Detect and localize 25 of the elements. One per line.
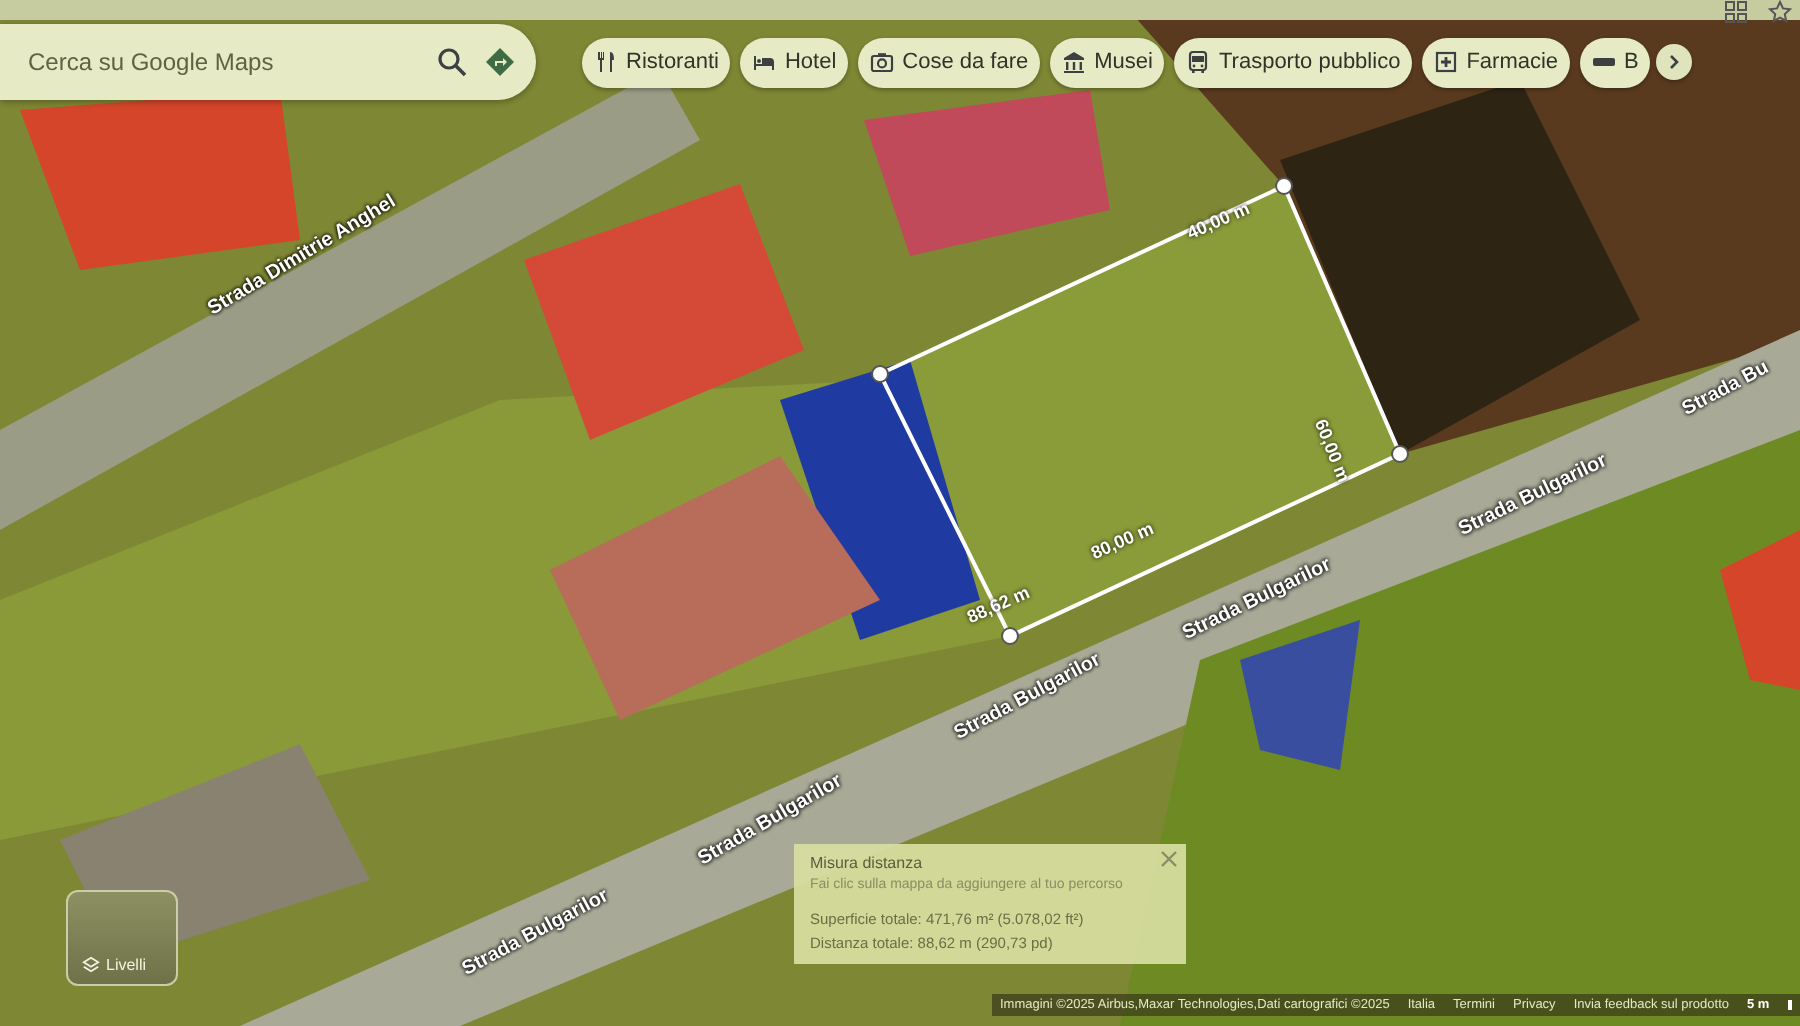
layers-button[interactable]: Livelli: [66, 890, 178, 986]
chevron-right-icon: [1666, 54, 1683, 70]
bus-icon: [1186, 50, 1211, 74]
scale-bar: [1787, 1000, 1792, 1010]
camera-icon: [870, 50, 895, 74]
category-chip[interactable]: Farmacie: [1422, 37, 1571, 87]
bed-icon: [752, 50, 777, 74]
search-field[interactable]: Cerca su Google Maps: [24, 46, 420, 78]
panel-title: Misura distanza: [810, 854, 925, 872]
search-bar[interactable]: Cerca su Google Maps: [0, 24, 536, 100]
search-icon[interactable]: [436, 46, 468, 78]
distance-label: 88,62 m: [963, 582, 1033, 628]
building-icon: [1062, 50, 1087, 74]
category-chip[interactable]: Cose da fare: [858, 37, 1041, 87]
directions-icon[interactable]: [484, 46, 516, 78]
distance-label: 80,00 m: [1087, 518, 1157, 564]
fork-knife-icon: [594, 50, 618, 74]
distance-label: 40,00 m: [1183, 198, 1253, 244]
category-chip[interactable]: Trasporto pubblico: [1174, 37, 1413, 87]
layers-icon: [82, 956, 100, 974]
grid-icon[interactable]: [1724, 0, 1748, 24]
category-chip[interactable]: Ristoranti: [582, 37, 731, 87]
star-icon[interactable]: [1768, 0, 1792, 24]
pharmacy-icon: [1434, 50, 1459, 74]
distance-label: 60,00 m: [1310, 416, 1354, 485]
